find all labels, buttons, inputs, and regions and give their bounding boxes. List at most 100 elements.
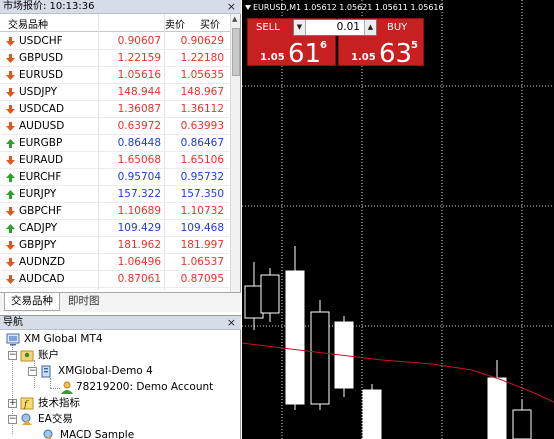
candle-body — [362, 389, 382, 439]
ask-cell: 0.95732 — [180, 171, 224, 183]
symbol-cell: EURGBP — [19, 137, 63, 149]
table-row[interactable]: EURAUD 1.65068 1.65106 — [0, 152, 230, 169]
table-row[interactable]: EURJPY 157.322 157.350 — [0, 186, 230, 203]
accounts-icon — [20, 350, 34, 362]
tab-tick-chart[interactable]: 即时图 — [62, 293, 106, 311]
collapse-icon[interactable]: − — [8, 415, 17, 424]
candle-body — [310, 311, 330, 405]
table-row[interactable]: AUDCAD 0.87061 0.87095 — [0, 271, 230, 288]
table-row[interactable]: EURUSD 1.05616 1.05635 — [0, 67, 230, 84]
lot-size-input[interactable]: 0.01 — [337, 21, 360, 33]
sell-price-prefix: 1.05 — [260, 52, 285, 63]
table-row[interactable]: GBPCHF 1.10689 1.10732 — [0, 203, 230, 220]
lot-increase-icon[interactable]: ▲ — [364, 20, 376, 35]
table-row[interactable]: CADJPY 109.429 109.468 — [0, 220, 230, 237]
price-chart[interactable]: EURUSD,M1 1.05612 1.05621 1.05611 1.0561… — [242, 0, 554, 439]
table-row[interactable]: USDCHF 0.90607 0.90629 — [0, 33, 230, 50]
table-row[interactable]: AUDUSD 0.63972 0.63993 — [0, 118, 230, 135]
tree-line — [50, 388, 60, 389]
lot-decrease-icon[interactable]: ▼ — [294, 20, 306, 35]
ask-cell: 1.65106 — [180, 154, 224, 166]
ask-cell: 1.06537 — [180, 256, 224, 268]
chart-title-text: EURUSD,M1 1.05612 1.05621 1.05611 1.0561… — [253, 3, 444, 12]
table-row[interactable]: EURCHF 0.95704 0.95732 — [0, 169, 230, 186]
user-icon — [61, 381, 73, 394]
collapse-icon[interactable]: − — [8, 351, 17, 360]
column-header-ask[interactable]: 买价 — [200, 16, 220, 31]
symbol-cell: EURUSD — [19, 69, 64, 81]
bid-cell: 0.63972 — [117, 120, 161, 132]
arrow-down-icon — [6, 71, 15, 80]
nav-server-label: XMGlobal-Demo 4 — [58, 365, 153, 377]
expand-icon[interactable]: + — [8, 399, 17, 408]
symbol-cell: GBPUSD — [19, 52, 64, 64]
symbol-cell: EURAUD — [19, 154, 64, 166]
arrow-up-icon — [6, 190, 15, 199]
ask-cell: 1.10732 — [180, 205, 224, 217]
expert-advisor-icon — [43, 429, 53, 439]
bid-cell: 1.36087 — [117, 103, 161, 115]
sell-label: SELL — [256, 22, 280, 33]
market-watch-scrollbar[interactable]: ▲ — [230, 14, 240, 292]
symbol-cell: GBPJPY — [19, 239, 57, 251]
ask-cell: 0.90629 — [180, 35, 224, 47]
arrow-down-icon — [6, 258, 15, 267]
ask-cell: 0.63993 — [180, 120, 224, 132]
nav-accounts-label: 账户 — [38, 349, 59, 361]
indicator-icon: f — [20, 397, 34, 410]
bid-cell: 157.322 — [117, 188, 161, 200]
ask-cell: 0.87095 — [180, 273, 224, 285]
arrow-down-icon — [6, 207, 15, 216]
ask-cell: 148.967 — [180, 86, 224, 98]
arrow-up-icon — [6, 139, 15, 148]
symbol-cell: AUDUSD — [19, 120, 65, 132]
candle-body — [244, 285, 264, 319]
buy-price-prefix: 1.05 — [351, 52, 376, 63]
table-row[interactable]: USDCAD 1.36087 1.36112 — [0, 101, 230, 118]
table-row[interactable]: EURGBP 0.86448 0.86467 — [0, 135, 230, 152]
table-row[interactable]: GBPJPY 181.962 181.997 — [0, 237, 230, 254]
close-icon[interactable]: × — [227, 316, 236, 329]
arrow-down-icon — [6, 275, 15, 284]
column-header-symbol[interactable]: 交易品种 — [8, 16, 48, 31]
nav-account-label: 78219200: Demo Account — [76, 381, 214, 393]
table-row[interactable]: USDJPY 148.944 148.967 — [0, 84, 230, 101]
nav-root-label: XM Global MT4 — [24, 333, 103, 345]
buy-price-pip: 5 — [411, 40, 418, 51]
market-watch-title-bar: 市场报价: 10:13:36 × — [0, 0, 241, 14]
table-row[interactable]: GBPUSD 1.22159 1.22180 — [0, 50, 230, 67]
market-watch-tabs: 交易品种 即时图 — [0, 292, 241, 312]
scrollbar-thumb[interactable] — [232, 28, 240, 76]
bid-cell: 0.95704 — [117, 171, 161, 183]
nav-experts-label: EA交易 — [38, 413, 73, 425]
symbol-cell: GBPCHF — [19, 205, 62, 217]
navigator-title-bar: 导航 × — [0, 316, 241, 330]
symbol-cell: AUDNZD — [19, 256, 66, 268]
symbol-cell: EURJPY — [19, 188, 57, 200]
lot-size-stepper[interactable]: ▼ 0.01 ▲ — [293, 19, 377, 36]
server-icon — [41, 365, 51, 378]
nav-indicators-label: 技术指标 — [38, 397, 80, 409]
candle-body — [512, 409, 532, 439]
close-icon[interactable]: × — [227, 0, 236, 13]
nav-macd-label: MACD Sample — [60, 429, 135, 439]
collapse-icon[interactable]: − — [28, 367, 37, 376]
navigator-title: 导航 — [3, 317, 23, 328]
symbol-cell: USDCHF — [19, 35, 63, 47]
column-header-bid[interactable]: 卖价 — [165, 16, 185, 31]
bid-cell: 0.90607 — [117, 35, 161, 47]
ask-cell: 0.86467 — [180, 137, 224, 149]
table-row[interactable]: AUDNZD 1.06496 1.06537 — [0, 254, 230, 271]
bid-cell: 1.10689 — [117, 205, 161, 217]
scroll-up-icon[interactable]: ▲ — [232, 15, 237, 23]
symbol-cell: EURCHF — [19, 171, 62, 183]
ask-cell: 109.468 — [180, 222, 224, 234]
bid-cell: 1.05616 — [117, 69, 161, 81]
bid-cell: 1.65068 — [117, 154, 161, 166]
tab-symbols[interactable]: 交易品种 — [4, 293, 60, 311]
expert-advisor-icon — [21, 413, 32, 425]
buy-price-main: 63 — [379, 39, 413, 69]
terminal-icon — [6, 333, 20, 346]
candle-body — [260, 274, 280, 314]
ask-cell: 1.22180 — [180, 52, 224, 64]
